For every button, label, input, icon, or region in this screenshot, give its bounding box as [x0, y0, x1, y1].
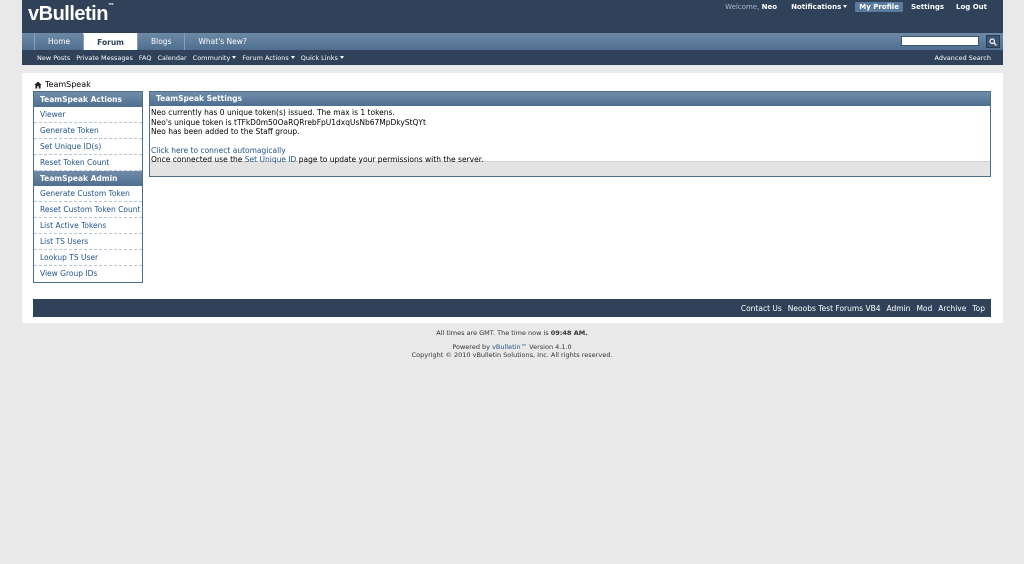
community-label: Community [192, 53, 231, 62]
breadcrumb-current: TeamSpeak [45, 80, 91, 89]
chevron-down-icon [339, 56, 344, 59]
instructions-prefix: Once connected use the [151, 155, 245, 164]
tab-blogs[interactable]: Blogs [136, 33, 185, 50]
quick-links-label: Quick Links [300, 53, 338, 62]
page: vBulletin™ Welcome, Neo Notifications My… [0, 0, 1024, 564]
nav-tabs: Home Forum Blogs What's New? [34, 33, 260, 50]
copyright: Copyright © 2010 vBulletin Solutions, In… [411, 351, 613, 359]
logout-link[interactable]: Log Out [952, 2, 991, 12]
sidebar-item-viewer[interactable]: Viewer [34, 107, 142, 123]
sidebar-item-generate-token[interactable]: Generate Token [34, 123, 142, 139]
header: vBulletin™ Welcome, Neo Notifications My… [22, 0, 1003, 33]
welcome-prefix: Welcome, [725, 2, 760, 11]
breadcrumb: TeamSpeak [34, 80, 91, 89]
token-count-text: Neo currently has 0 unique token(s) issu… [151, 108, 395, 117]
powered-version: Version 4.1.0 [527, 343, 572, 351]
settings-link[interactable]: Settings [907, 2, 948, 12]
sub-navbar: New Posts Private Messages FAQ Calendar … [22, 50, 1003, 65]
sidebar-item-list-active-tokens[interactable]: List Active Tokens [34, 218, 142, 234]
connect-automatically-link[interactable]: Click here to connect automagically [151, 146, 286, 155]
forum-actions-menu[interactable]: Forum Actions [242, 53, 295, 62]
tab-home[interactable]: Home [34, 33, 83, 50]
instructions-suffix: page to update your permissions with the… [296, 155, 484, 164]
sidebar-heading-admin-actions: TeamSpeak Admin Actions [34, 171, 142, 198]
sidebar-item-reset-custom-token-count[interactable]: Reset Custom Token Count [34, 202, 142, 218]
logo-trademark: ™ [107, 3, 114, 9]
panel-title: TeamSpeak Settings [150, 92, 990, 106]
quick-links-menu[interactable]: Quick Links [301, 54, 344, 62]
unique-token-text: Neo's unique token is tTFkD0m50OaRQRrebF… [151, 117, 426, 127]
powered-prefix: Powered by [452, 343, 493, 351]
forum-actions-label: Forum Actions [242, 53, 289, 62]
top-link[interactable]: Top [972, 304, 985, 313]
sidebar-item-reset-token-count[interactable]: Reset Token Count [34, 155, 142, 171]
home-icon[interactable] [34, 81, 42, 89]
sidebar-item-generate-custom-token[interactable]: Generate Custom Token [34, 186, 142, 202]
footer-bar: Contact Us Neoobs Test Forums VB4 Admin … [33, 299, 991, 317]
search-button[interactable] [986, 35, 1000, 48]
contact-us-link[interactable]: Contact Us [741, 304, 782, 313]
top-links: Welcome, Neo Notifications My Profile Se… [725, 0, 991, 13]
archive-link[interactable]: Archive [938, 304, 966, 313]
calendar-link[interactable]: Calendar [157, 54, 186, 62]
sidebar-item-lookup-ts-user[interactable]: Lookup TS User [34, 250, 142, 266]
sidebar-heading-teamspeak-actions: TeamSpeak Actions [34, 92, 142, 107]
time-value: 09:48 AM. [550, 329, 588, 337]
admin-link[interactable]: Admin [887, 304, 911, 313]
teamspeak-settings-panel: TeamSpeak Settings Neo currently has 0 u… [149, 91, 991, 177]
search-input[interactable] [901, 36, 979, 46]
new-posts-link[interactable]: New Posts [37, 54, 70, 62]
notifications-label: Notifications [791, 2, 842, 11]
chevron-down-icon [843, 5, 848, 8]
mod-link[interactable]: Mod [916, 304, 932, 313]
staff-group-text: Neo has been added to the Staff group. [151, 127, 300, 136]
set-unique-id-link[interactable]: Set Unique ID [245, 155, 297, 164]
powered-by: Powered by vBulletin™ Version 4.1.0 [0, 343, 1024, 351]
vbulletin-link[interactable]: vBulletin™ [492, 343, 527, 351]
sidebar-item-set-unique-ids[interactable]: Set Unique ID(s) [34, 139, 142, 155]
tab-forum[interactable]: Forum [83, 33, 137, 50]
forum-home-link[interactable]: Neoobs Test Forums VB4 [788, 304, 881, 313]
time-notice: All times are GMT. The time now is 09:48… [0, 329, 1024, 337]
search-icon [989, 38, 997, 46]
sidebar-item-view-group-ids[interactable]: View Group IDs [34, 266, 142, 282]
notifications-menu[interactable]: Notifications [787, 2, 851, 12]
advanced-search-link[interactable]: Advanced Search [934, 54, 991, 62]
panel-body: Neo currently has 0 unique token(s) issu… [150, 106, 990, 164]
sidebar-item-list-ts-users[interactable]: List TS Users [34, 234, 142, 250]
content-area: TeamSpeak TeamSpeak Actions Viewer Gener… [22, 73, 1003, 323]
vbulletin-logo[interactable]: vBulletin™ [28, 3, 114, 26]
chevron-down-icon [290, 56, 295, 59]
my-profile-link[interactable]: My Profile [855, 1, 903, 12]
faq-link[interactable]: FAQ [139, 54, 152, 62]
private-messages-link[interactable]: Private Messages [76, 54, 133, 62]
connect-line: Click here to connect automagically [151, 146, 990, 156]
tab-whats-new[interactable]: What's New? [184, 33, 259, 50]
welcome-text: Welcome, Neo [725, 3, 777, 11]
sidebar: TeamSpeak Actions Viewer Generate Token … [33, 91, 143, 283]
navbar: Home Forum Blogs What's New? [22, 33, 1003, 50]
chevron-down-icon [232, 56, 237, 59]
community-menu[interactable]: Community [193, 54, 237, 62]
time-prefix: All times are GMT. The time now is [436, 329, 551, 337]
logo-text: vBulletin [28, 3, 108, 25]
username-link[interactable]: Neo [762, 3, 777, 11]
